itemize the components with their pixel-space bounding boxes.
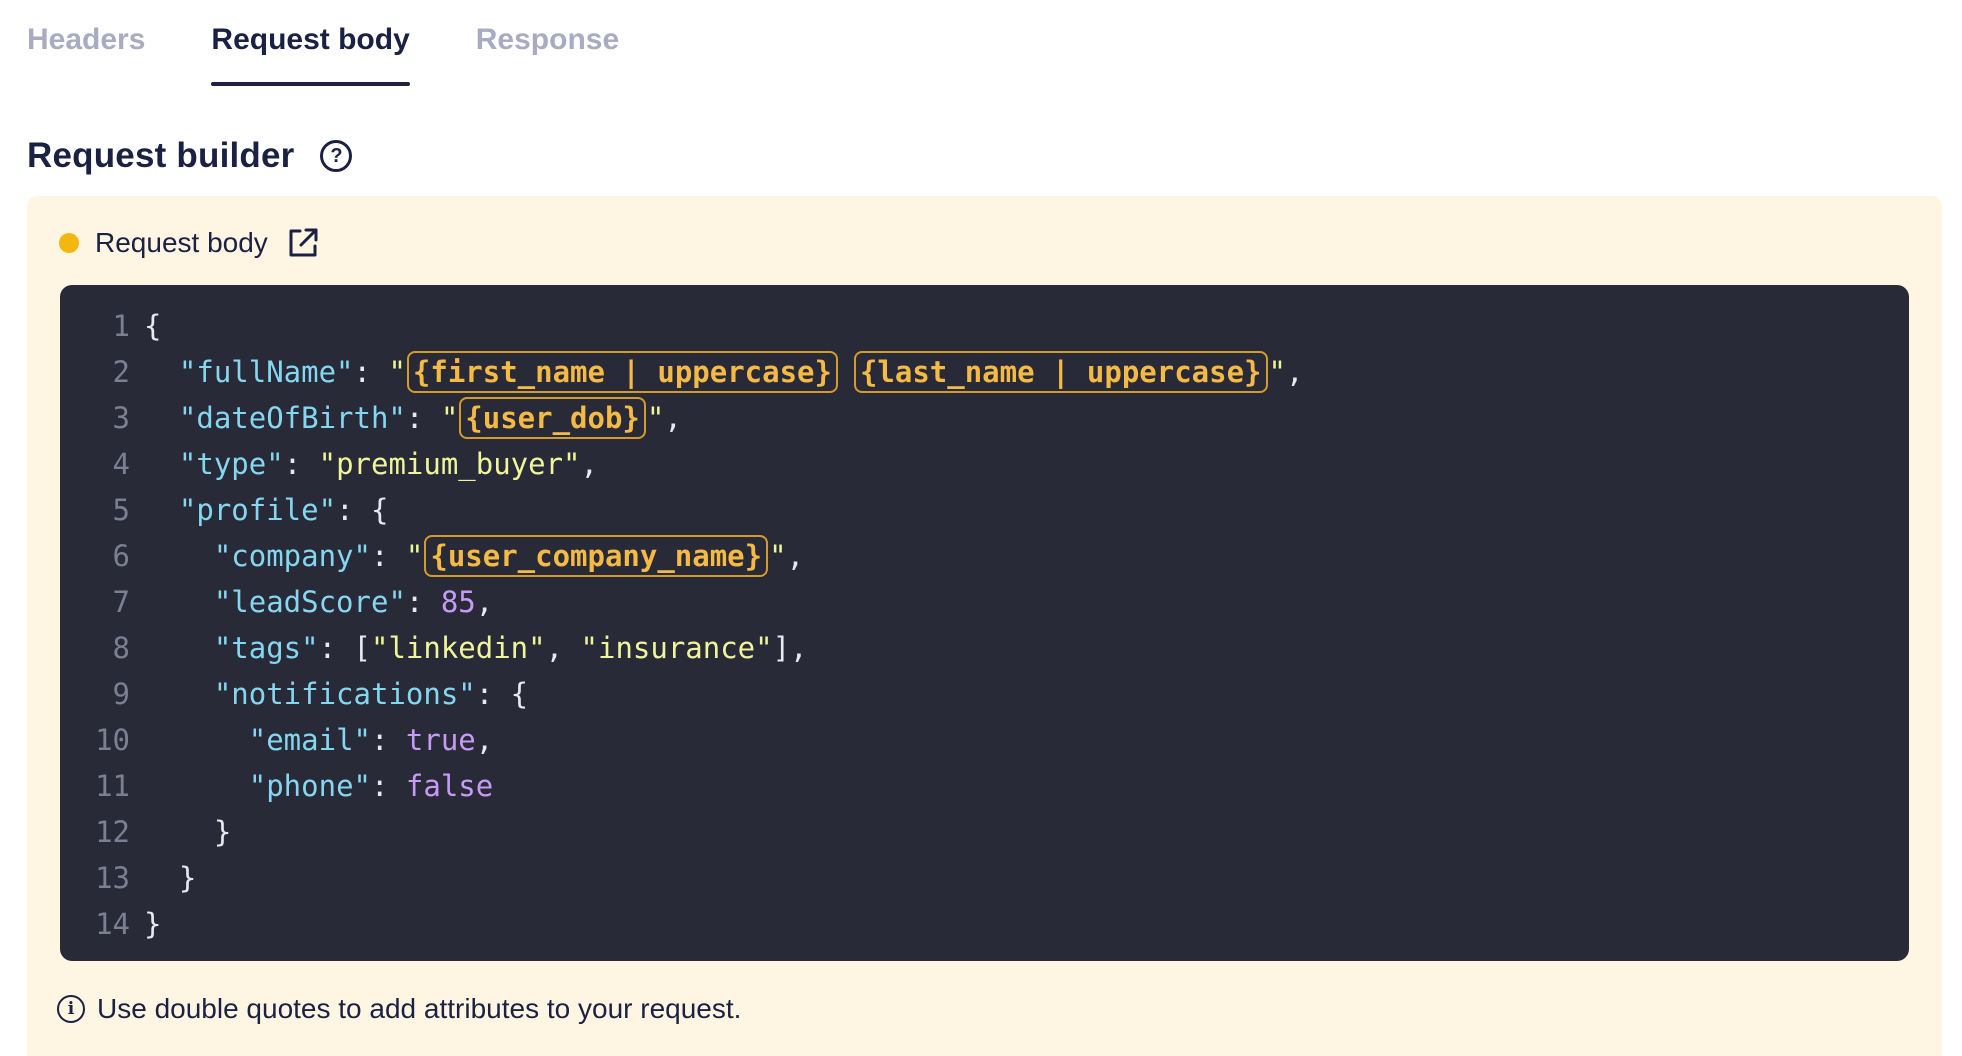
json-key: "type" <box>178 447 284 481</box>
template-variable[interactable]: {user_company_name} <box>424 535 769 577</box>
request-configuration: Headers Request body Response Request bu… <box>0 0 1962 1056</box>
line-number: 2 <box>112 355 130 389</box>
json-string: "insurance" <box>580 631 773 665</box>
code-line: 7 "leadScore": 85, <box>60 579 1909 625</box>
line-number: 12 <box>95 815 130 849</box>
code-line: 2 "fullName": " {first_name | uppercase}{… <box>60 349 1909 395</box>
section-title: Request builder <box>27 136 295 175</box>
question-circle-icon[interactable]: ? <box>320 140 353 172</box>
tab-bar: Headers Request body Response <box>27 0 619 88</box>
code-line: 13 } <box>60 855 1909 901</box>
panel-label: Request body <box>95 227 268 258</box>
template-variable[interactable]: {user_dob} <box>459 397 646 439</box>
json-key: "leadScore" <box>213 585 406 619</box>
json-boolean: false <box>405 769 494 803</box>
template-variable[interactable]: {last_name | uppercase} <box>853 351 1268 393</box>
line-number: 6 <box>112 539 130 573</box>
line-number: 4 <box>112 447 130 481</box>
status-dot <box>59 233 79 253</box>
code-line: 11 "phone": false <box>60 763 1909 809</box>
code-line: 1 { <box>60 303 1909 349</box>
json-boolean: true <box>405 723 476 757</box>
code-line: 6 "company": " {user_company_name} ", <box>60 533 1909 579</box>
line-number: 5 <box>112 493 130 527</box>
line-number: 13 <box>95 861 130 895</box>
json-key: "email" <box>248 723 371 757</box>
tab-request-body[interactable]: Request body <box>211 0 411 88</box>
tab-headers[interactable]: Headers <box>27 0 145 88</box>
json-key: "notifications" <box>213 677 476 711</box>
json-number: 85 <box>440 585 476 619</box>
json-code-editor[interactable]: 1 { 2 "fullName": " {first_name | upperca… <box>60 285 1909 961</box>
line-number: 3 <box>112 401 130 435</box>
json-key: "phone" <box>248 769 371 803</box>
code-line: 12 } <box>60 809 1909 855</box>
hint-text: Use double quotes to add attributes to y… <box>97 993 742 1024</box>
json-key: "tags" <box>213 631 319 665</box>
request-builder-panel: Request body 1 { 2 "fullName": " {first_n… <box>27 196 1942 1056</box>
line-number: 14 <box>95 907 130 941</box>
line-number: 8 <box>112 631 130 665</box>
json-key: "company" <box>213 539 371 573</box>
json-key: "profile" <box>178 493 337 527</box>
json-key: "dateOfBirth" <box>178 401 406 435</box>
code-line: 4 "type": "premium_buyer", <box>60 441 1909 487</box>
json-string: "premium_buyer" <box>318 447 581 481</box>
hint-message: i Use double quotes to add attributes to… <box>57 993 741 1025</box>
code-line: 3 "dateOfBirth": " {user_dob} ", <box>60 395 1909 441</box>
code-line: 5 "profile": { <box>60 487 1909 533</box>
section-header: Request builder ? <box>27 136 353 176</box>
external-link-icon[interactable] <box>286 226 320 260</box>
line-number: 1 <box>112 309 130 343</box>
code-token: { <box>144 309 162 343</box>
line-number: 10 <box>95 723 130 757</box>
json-key: "fullName" <box>178 355 354 389</box>
line-number: 11 <box>95 769 130 803</box>
tab-response[interactable]: Response <box>476 0 619 88</box>
json-string: "linkedin" <box>371 631 546 665</box>
info-circle-icon: i <box>57 995 85 1023</box>
code-line: 10 "email": true, <box>60 717 1909 763</box>
code-line: 14 } <box>60 901 1909 947</box>
panel-header: Request body <box>59 226 320 260</box>
code-line: 8 "tags": ["linkedin", "insurance"], <box>60 625 1909 671</box>
code-line: 9 "notifications": { <box>60 671 1909 717</box>
template-variable[interactable]: {first_name | uppercase} <box>406 351 838 393</box>
line-number: 7 <box>112 585 130 619</box>
line-number: 9 <box>112 677 130 711</box>
